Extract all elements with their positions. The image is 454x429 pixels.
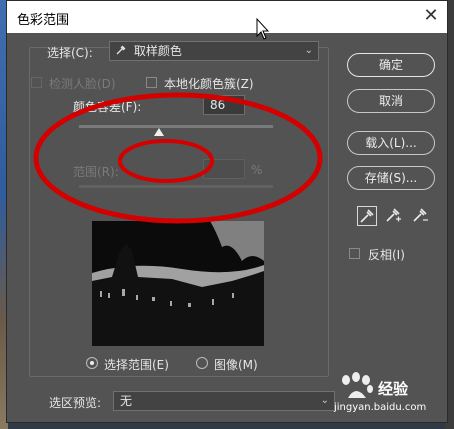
title-bar[interactable]: 色彩范围 ✕ [7, 1, 447, 33]
radio-image[interactable] [196, 357, 208, 369]
color-range-dialog: 色彩范围 ✕ 选择(C): 取样颜色 ⌄ 检测人脸(D) 本地化颜色簇(Z) 颜… [6, 0, 448, 423]
invert-checkbox[interactable] [349, 248, 360, 259]
ok-button[interactable]: 确定 [347, 53, 435, 77]
radio-image-label: 图像(M) [214, 358, 258, 372]
range-input[interactable] [203, 159, 245, 179]
selection-preview-dropdown[interactable]: 无 ⌄ [113, 391, 335, 411]
detect-faces-checkbox[interactable] [31, 77, 42, 88]
chevron-down-icon: ⌄ [320, 395, 329, 406]
range-unit: % [251, 163, 263, 177]
load-button[interactable]: 载入(L)... [347, 131, 435, 155]
invert-label: 反相(I) [368, 248, 405, 262]
range-label: 范围(R): [73, 165, 119, 179]
fuzziness-input[interactable]: 86 [203, 95, 245, 115]
radio-selection-range[interactable] [86, 357, 98, 369]
select-dropdown[interactable]: 取样颜色 ⌄ [109, 41, 319, 61]
watermark-brand: 经验 [378, 380, 409, 398]
fuzziness-slider-thumb[interactable] [153, 128, 164, 136]
eyedropper-icon[interactable] [357, 206, 377, 226]
eyedropper-icon [116, 42, 126, 60]
radio-selection-range-label: 选择范围(E) [104, 358, 169, 372]
detect-faces-label: 检测人脸(D) [49, 77, 116, 91]
dialog-title: 色彩范围 [17, 13, 70, 28]
select-value: 取样颜色 [133, 44, 182, 58]
range-slider-track[interactable] [79, 185, 273, 188]
eyedropper-minus-icon[interactable] [411, 206, 431, 226]
close-icon[interactable]: ✕ [419, 5, 443, 27]
eyedropper-plus-icon[interactable] [384, 206, 404, 226]
selection-preview-value: 无 [120, 394, 133, 408]
selection-preview-image [92, 221, 264, 346]
fuzziness-label: 颜色容差(F): [73, 100, 142, 114]
selection-preview-label: 选区预览: [49, 396, 102, 410]
fuzziness-slider-track[interactable] [79, 125, 273, 128]
chevron-down-icon: ⌄ [304, 45, 313, 56]
watermark-url: jingyan.baidu.com [334, 402, 427, 413]
save-button[interactable]: 存储(S)... [347, 166, 435, 190]
cancel-button[interactable]: 取消 [347, 89, 435, 113]
baidu-paw-logo [342, 372, 373, 398]
localized-clusters-checkbox[interactable] [146, 77, 157, 88]
select-label: 选择(C): [47, 46, 93, 60]
baidu-watermark: 经验 jingyan.baidu.com [334, 372, 434, 420]
localized-clusters-label: 本地化颜色簇(Z) [164, 77, 254, 91]
